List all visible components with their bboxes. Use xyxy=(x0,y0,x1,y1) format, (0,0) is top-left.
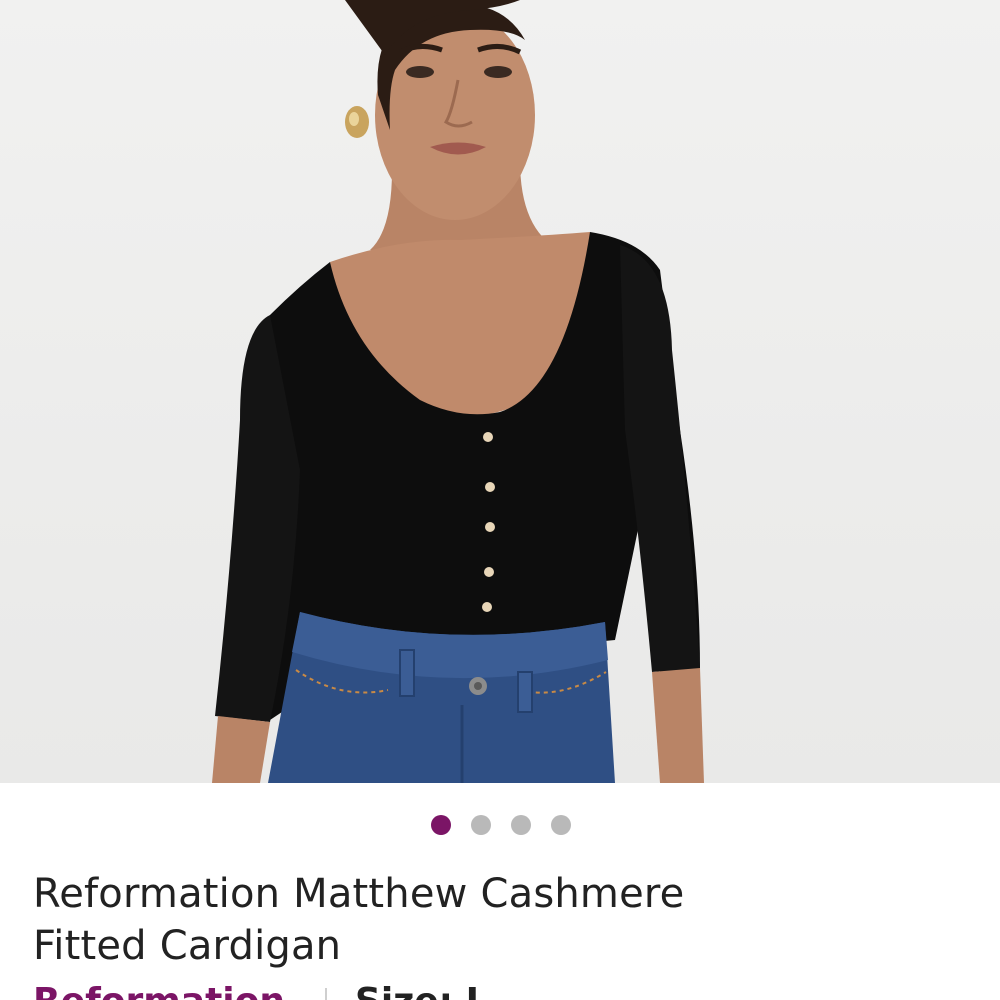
product-title-line-1: Reformation Matthew Cashmere xyxy=(33,871,685,917)
carousel-dot-icon[interactable] xyxy=(511,815,531,835)
product-title: Reformation Matthew Cashmere Fitted Card… xyxy=(33,868,933,972)
meta-divider xyxy=(325,988,327,1000)
product-image[interactable] xyxy=(0,0,1000,783)
product-meta-row: Reformation Size: L xyxy=(33,982,489,1000)
carousel-dot-icon[interactable] xyxy=(551,815,571,835)
product-screen: Reformation Matthew Cashmere Fitted Card… xyxy=(0,0,1000,1000)
size-label: Size: L xyxy=(355,982,489,1000)
brand-link[interactable]: Reformation xyxy=(33,982,285,1000)
carousel-dot-active-icon[interactable] xyxy=(431,815,451,835)
product-title-line-2: Fitted Cardigan xyxy=(33,923,342,969)
product-photo-illustration xyxy=(212,0,704,783)
carousel-indicator xyxy=(0,812,1000,838)
carousel-dot-icon[interactable] xyxy=(471,815,491,835)
